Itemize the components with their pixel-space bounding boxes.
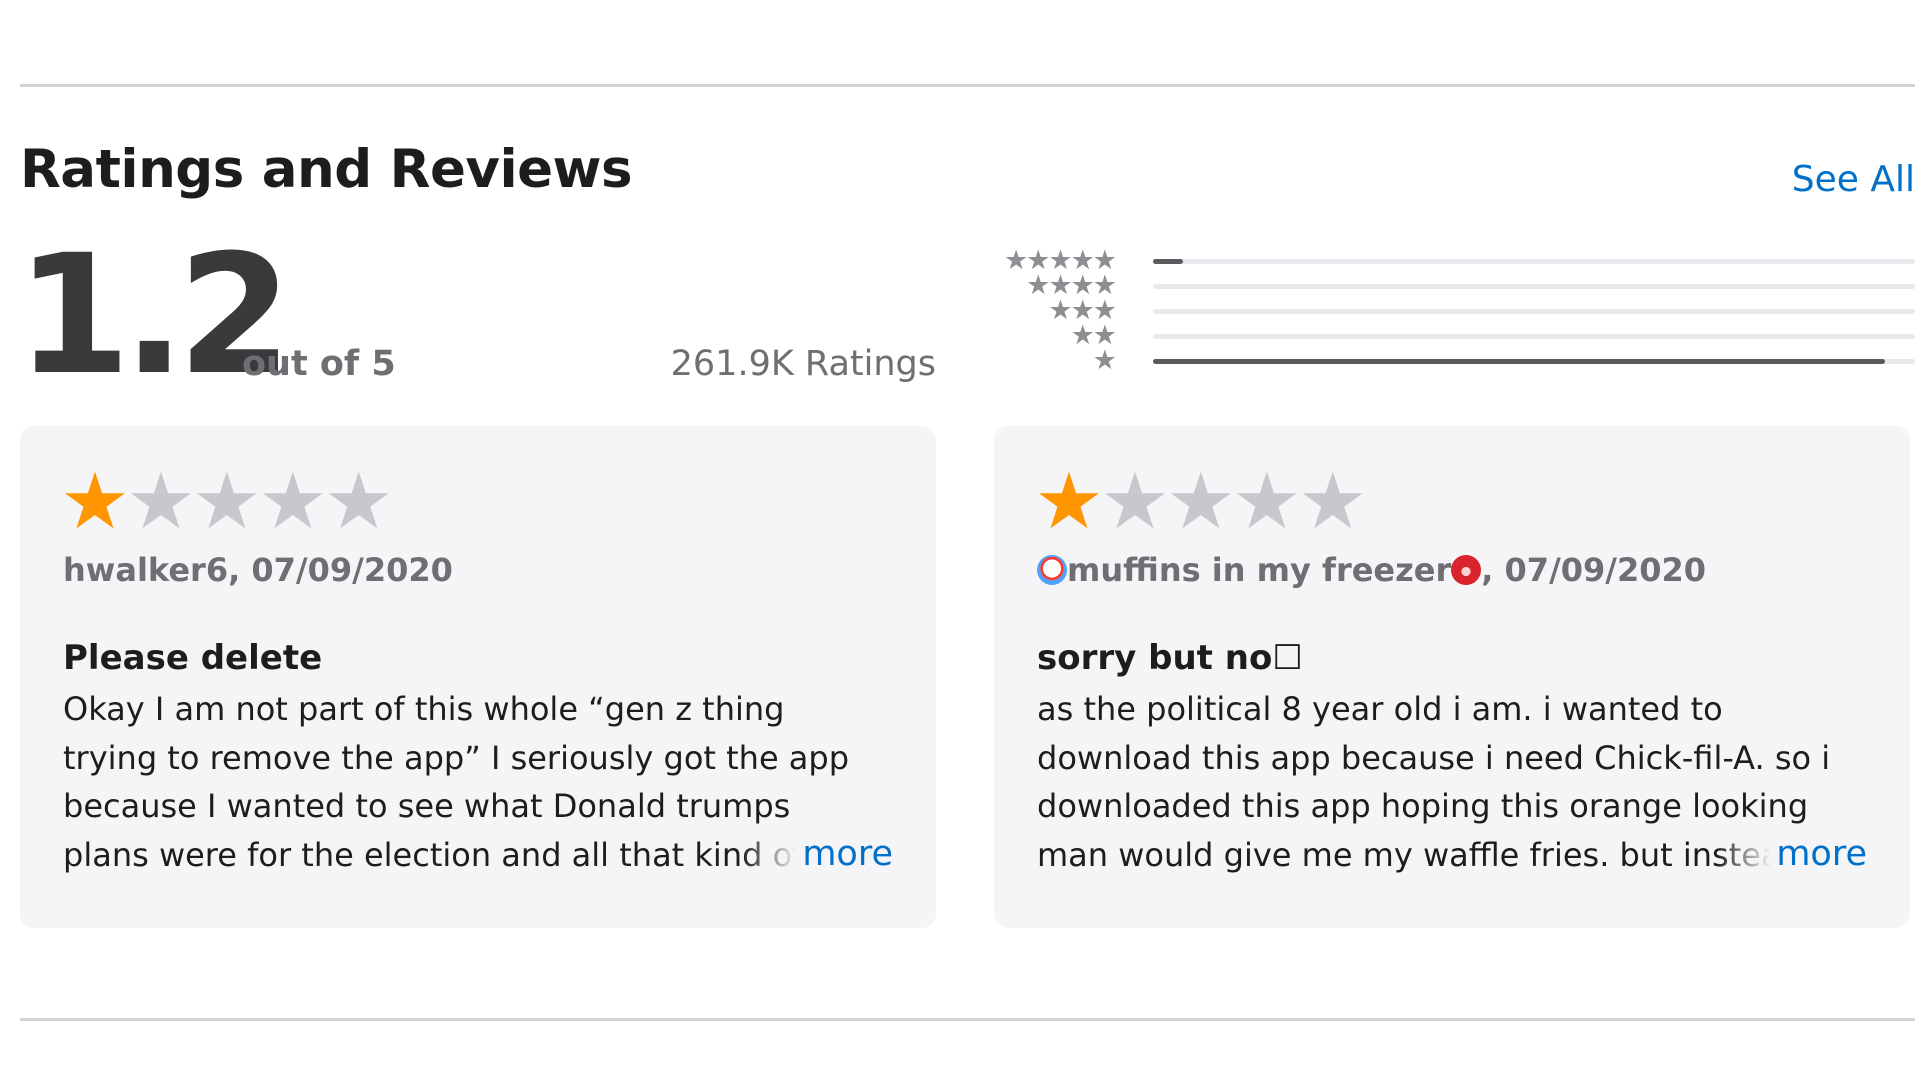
out-of-label: out of 5 bbox=[242, 344, 396, 384]
review-date: 07/09/2020 bbox=[251, 551, 453, 589]
histogram-fill bbox=[1153, 359, 1885, 364]
review-card[interactable]: ★★★★★ muffins in my freezer, 07/09/2020 … bbox=[994, 426, 1910, 928]
top-divider bbox=[20, 84, 1915, 87]
star-icon: ★ bbox=[191, 457, 262, 547]
histogram-stars-label: ★ bbox=[1092, 345, 1117, 376]
star-icon: ★ bbox=[323, 457, 394, 547]
review-title: sorry but no☐ bbox=[1037, 638, 1303, 678]
star-icon: ★ bbox=[1231, 457, 1302, 547]
review-date: 07/09/2020 bbox=[1504, 551, 1707, 589]
histogram-track bbox=[1153, 284, 1915, 289]
star-icon: ★ bbox=[60, 457, 130, 547]
histogram-fill bbox=[1153, 259, 1184, 264]
review-star-rating: ★★★★★ bbox=[1034, 456, 1368, 548]
see-all-link[interactable]: See All bbox=[1792, 155, 1915, 205]
review-card[interactable]: ★★★★★ hwalker6, 07/09/2020 Please delete… bbox=[20, 426, 936, 928]
more-link[interactable]: more bbox=[1716, 830, 1867, 878]
histogram-row-2-stars: ★★ bbox=[990, 322, 1915, 349]
star-icon: ★ bbox=[257, 457, 328, 547]
histogram-row-5-stars: ★★★★★ bbox=[990, 247, 1915, 274]
more-link[interactable]: more bbox=[742, 830, 893, 878]
ogre-face-icon bbox=[1451, 555, 1482, 585]
review-body-line: as the political 8 year old i am. i want… bbox=[1037, 690, 1723, 728]
review-body-line: because I wanted to see what Donald trum… bbox=[63, 787, 791, 825]
star-icon: ★ bbox=[1165, 457, 1236, 547]
review-body-line: Okay I am not part of this whole “gen z … bbox=[63, 690, 785, 728]
histogram-track bbox=[1153, 359, 1915, 364]
histogram-track bbox=[1153, 259, 1915, 264]
review-byline: hwalker6, 07/09/2020 bbox=[63, 551, 453, 589]
review-body-line: downloaded this app hoping this orange l… bbox=[1037, 787, 1809, 825]
star-icon: ★ bbox=[1297, 457, 1368, 547]
review-star-rating: ★★★★★ bbox=[60, 456, 394, 548]
bottom-divider bbox=[20, 1018, 1915, 1021]
star-icon: ★ bbox=[125, 457, 196, 547]
review-body-line: trying to remove the app” I seriously go… bbox=[63, 738, 850, 777]
histogram-row-4-stars: ★★★★ bbox=[990, 272, 1915, 299]
histogram-track bbox=[1153, 334, 1915, 339]
section-title: Ratings and Reviews bbox=[20, 139, 633, 200]
rating-histogram: ★★★★★ ★★★★ ★★★ ★★ ★ bbox=[990, 247, 1915, 376]
review-byline: muffins in my freezer, 07/09/2020 bbox=[1037, 548, 1706, 592]
review-title: Please delete bbox=[63, 638, 323, 678]
star-icon: ★ bbox=[1034, 457, 1104, 547]
section-header: Ratings and Reviews See All bbox=[20, 135, 1915, 205]
ratings-count: 261.9K Ratings bbox=[670, 344, 936, 384]
star-icon: ★ bbox=[1099, 457, 1170, 547]
histogram-row-3-stars: ★★★ bbox=[990, 297, 1915, 324]
review-author: hwalker6 bbox=[63, 551, 229, 589]
review-body-line: download this app because i need Chick-f… bbox=[1037, 738, 1831, 777]
review-author: muffins in my freezer bbox=[1067, 551, 1452, 589]
histogram-row-1-star: ★ bbox=[990, 345, 1915, 376]
histogram-track bbox=[1153, 309, 1915, 314]
clown-face-icon bbox=[1037, 555, 1067, 585]
ratings-page: Ratings and Reviews See All 1.2 out of 5… bbox=[0, 0, 1920, 1080]
